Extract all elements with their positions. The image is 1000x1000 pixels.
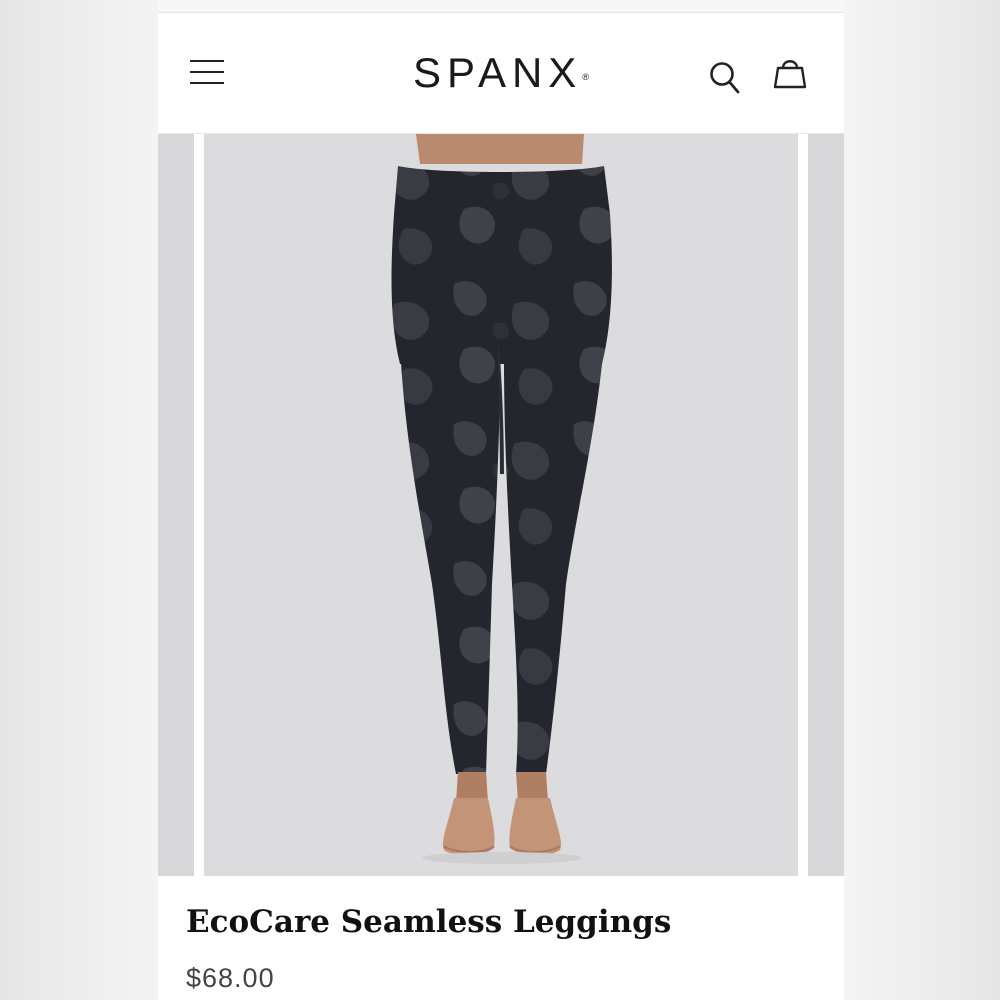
search-icon[interactable]	[708, 60, 742, 96]
backdrop-left	[0, 0, 158, 1000]
status-strip	[158, 0, 844, 13]
product-image-carousel[interactable]	[158, 134, 844, 876]
brand-name: SPANX	[413, 49, 583, 96]
product-price: $68.00	[186, 963, 275, 993]
registered-mark: ®	[582, 72, 589, 82]
backdrop-right	[844, 0, 1000, 1000]
product-title: EcoCare Seamless Leggings	[186, 904, 672, 940]
next-slide-peek[interactable]	[808, 134, 844, 876]
product-page: SPANX® EcoCare Seamless Leggings $68.00	[158, 0, 844, 1000]
shopping-bag-icon[interactable]	[772, 55, 808, 93]
leggings-illustration	[391, 134, 612, 864]
previous-slide-peek[interactable]	[158, 134, 194, 876]
product-image[interactable]	[204, 134, 798, 876]
site-header: SPANX®	[158, 13, 844, 134]
